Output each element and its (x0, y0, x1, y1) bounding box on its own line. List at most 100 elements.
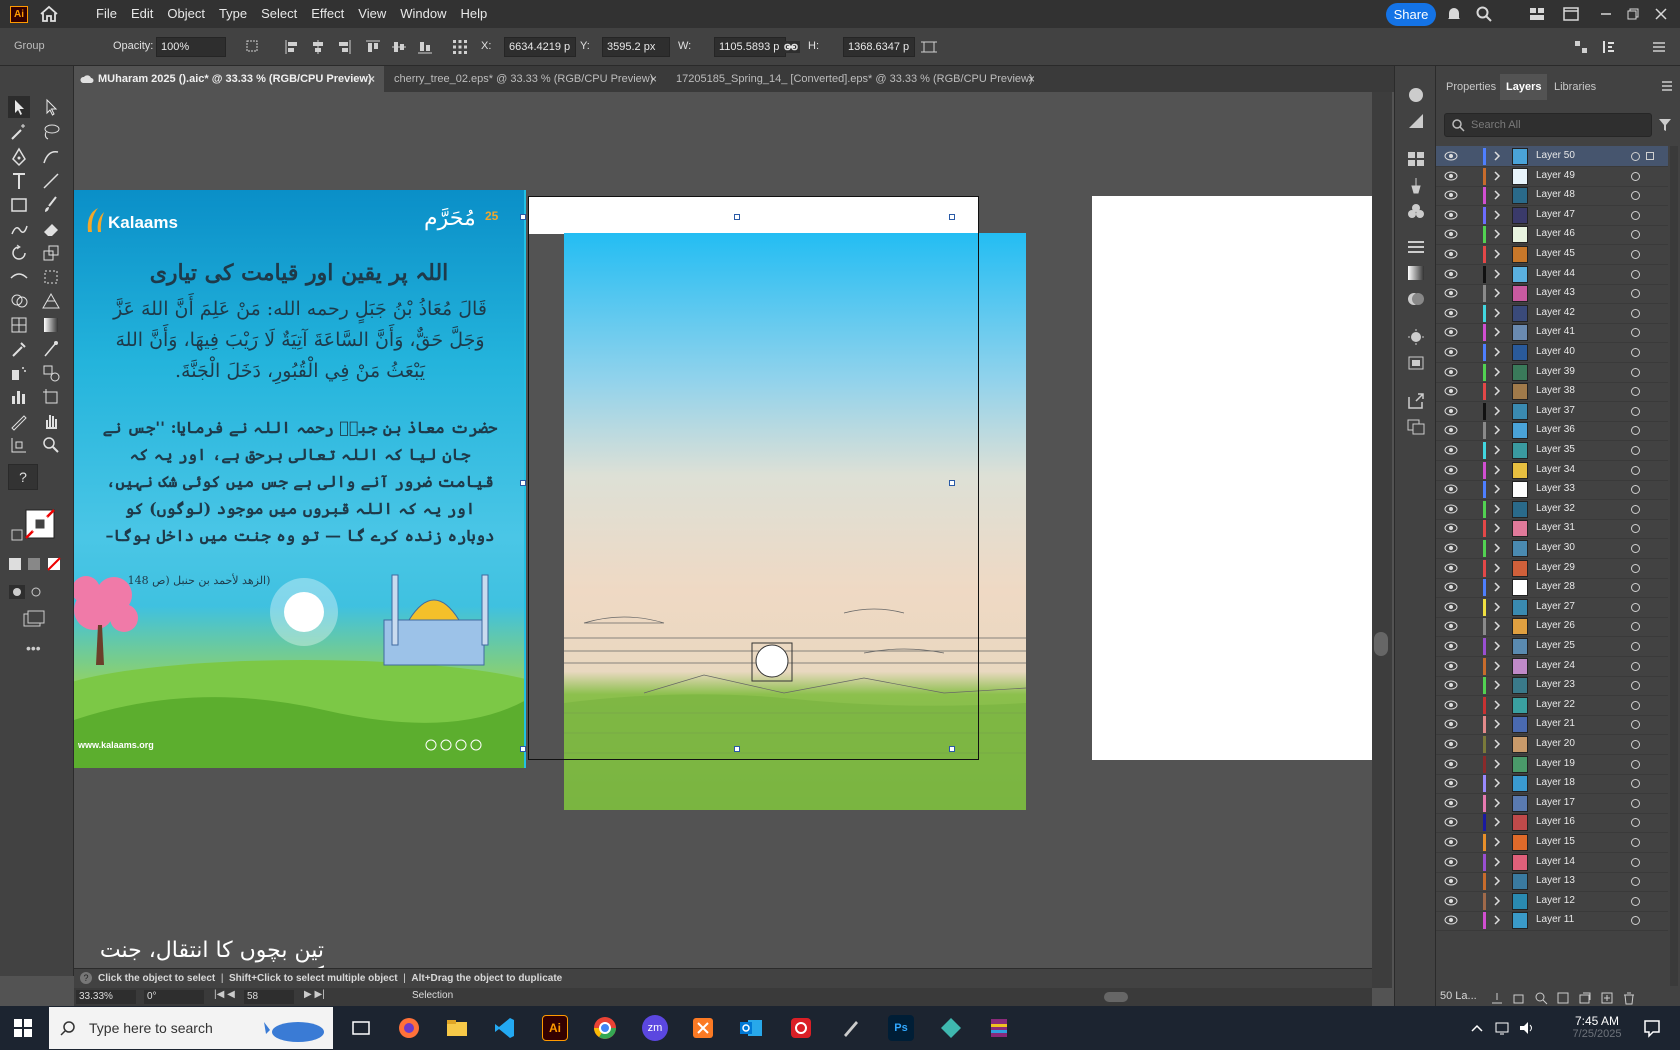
shaper-tool-icon[interactable] (8, 218, 30, 240)
symbol-sprayer-tool-icon[interactable] (8, 362, 30, 384)
align-left-icon[interactable] (283, 38, 301, 56)
target-circle-icon[interactable] (1631, 720, 1640, 730)
visibility-eye-icon[interactable] (1444, 661, 1458, 671)
print-tiling-tool-icon[interactable] (8, 434, 30, 456)
swatches-icon[interactable] (1406, 150, 1426, 168)
eyedropper-tool-icon[interactable] (8, 338, 30, 360)
visibility-eye-icon[interactable] (1444, 837, 1458, 847)
workspace-grid-icon[interactable] (1528, 5, 1546, 23)
visibility-eye-icon[interactable] (1444, 817, 1458, 827)
layer-name[interactable]: Layer 38 (1536, 385, 1575, 396)
visibility-eye-icon[interactable] (1444, 543, 1458, 553)
panel-menu-icon[interactable] (1600, 38, 1618, 56)
expand-chevron-icon[interactable] (1492, 405, 1502, 417)
collect-export-icon[interactable] (1490, 991, 1504, 1005)
target-circle-icon[interactable] (1631, 171, 1640, 181)
layer-row[interactable]: Layer 50 (1436, 146, 1668, 167)
expand-chevron-icon[interactable] (1492, 542, 1502, 554)
layer-row[interactable]: Layer 31 (1436, 518, 1668, 540)
close-tab-icon[interactable]: × (1028, 72, 1035, 86)
delete-layer-icon[interactable] (1622, 991, 1636, 1005)
network-icon[interactable] (1494, 1020, 1512, 1036)
target-circle-icon[interactable] (1631, 877, 1640, 887)
rectangle-tool-icon[interactable] (8, 194, 30, 216)
type-tool-icon[interactable] (8, 170, 30, 192)
layer-name[interactable]: Layer 34 (1536, 464, 1575, 475)
curvature-tool-icon[interactable] (40, 146, 62, 168)
visibility-eye-icon[interactable] (1444, 171, 1458, 181)
visibility-eye-icon[interactable] (1444, 582, 1458, 592)
layer-row[interactable]: Layer 43 (1436, 283, 1668, 305)
visibility-eye-icon[interactable] (1444, 778, 1458, 788)
target-circle-icon[interactable] (1631, 485, 1640, 495)
layer-name[interactable]: Layer 26 (1536, 620, 1575, 631)
stroke-panel-icon[interactable] (1406, 238, 1426, 256)
visibility-eye-icon[interactable] (1444, 759, 1458, 769)
w-field[interactable]: 1105.5893 p (714, 37, 786, 57)
layer-row[interactable]: Layer 11 (1436, 910, 1668, 932)
resize-handle[interactable] (520, 214, 526, 220)
layer-name[interactable]: Layer 47 (1536, 209, 1575, 220)
expand-chevron-icon[interactable] (1492, 640, 1502, 652)
expand-chevron-icon[interactable] (1492, 189, 1502, 201)
target-circle-icon[interactable] (1631, 230, 1640, 240)
tab-layers[interactable]: Layers (1500, 74, 1548, 100)
restore-icon[interactable] (1624, 5, 1642, 23)
layer-name[interactable]: Layer 40 (1536, 346, 1575, 357)
target-circle-icon[interactable] (1631, 857, 1640, 867)
windows-start-icon[interactable] (14, 1019, 32, 1037)
notifications-icon[interactable] (1642, 1018, 1662, 1038)
layer-name[interactable]: Layer 41 (1536, 326, 1575, 337)
expand-chevron-icon[interactable] (1492, 758, 1502, 770)
shape-builder-tool-icon[interactable] (8, 290, 30, 312)
appearance-icon[interactable] (1406, 328, 1426, 346)
layer-row[interactable]: Layer 49 (1436, 166, 1668, 187)
more-tools-icon[interactable]: ••• (26, 640, 41, 656)
menu-type[interactable]: Type (212, 0, 254, 28)
layer-row[interactable]: Layer 37 (1436, 401, 1668, 422)
layer-row[interactable]: Layer 20 (1436, 734, 1668, 755)
layer-row[interactable]: Layer 23 (1436, 675, 1668, 697)
gradient-tool-icon[interactable] (40, 314, 62, 336)
resize-handle[interactable] (520, 480, 526, 486)
layer-row[interactable]: Layer 22 (1436, 695, 1668, 716)
target-circle-icon[interactable] (1631, 465, 1640, 475)
layer-name[interactable]: Layer 20 (1536, 738, 1575, 749)
layer-row[interactable]: Layer 25 (1436, 636, 1668, 657)
menu-file[interactable]: File (89, 0, 124, 28)
resize-handle[interactable] (520, 746, 526, 752)
layer-name[interactable]: Layer 29 (1536, 562, 1575, 573)
target-circle-icon[interactable] (1631, 328, 1640, 338)
layer-name[interactable]: Layer 31 (1536, 522, 1575, 533)
expand-chevron-icon[interactable] (1492, 464, 1502, 476)
line-tool-icon[interactable] (40, 170, 62, 192)
tab-libraries[interactable]: Libraries (1548, 74, 1602, 100)
layers-search-input[interactable]: Search All (1444, 113, 1652, 137)
align-bottom-icon[interactable] (416, 38, 434, 56)
bell-icon[interactable] (1445, 5, 1463, 23)
canvas-vertical-scrollbar[interactable] (1372, 92, 1392, 988)
visibility-eye-icon[interactable] (1444, 523, 1458, 533)
target-circle-icon[interactable] (1631, 387, 1640, 397)
direct-selection-tool-icon[interactable] (40, 96, 62, 118)
visibility-eye-icon[interactable] (1444, 915, 1458, 925)
layer-name[interactable]: Layer 33 (1536, 483, 1575, 494)
expand-chevron-icon[interactable] (1492, 738, 1502, 750)
drawing-mode-icon[interactable] (8, 584, 48, 600)
layer-row[interactable]: Layer 21 (1436, 714, 1668, 736)
locate-object-icon[interactable] (1534, 991, 1548, 1005)
visibility-eye-icon[interactable] (1444, 249, 1458, 259)
target-circle-icon[interactable] (1631, 210, 1640, 220)
measure-tool-icon[interactable] (40, 338, 62, 360)
visibility-eye-icon[interactable] (1444, 621, 1458, 631)
target-circle-icon[interactable] (1631, 896, 1640, 906)
layer-row[interactable]: Layer 29 (1436, 558, 1668, 579)
layer-row[interactable]: Layer 38 (1436, 381, 1668, 403)
new-sublayer-icon[interactable] (1578, 991, 1592, 1005)
layer-name[interactable]: Layer 24 (1536, 660, 1575, 671)
expand-chevron-icon[interactable] (1492, 660, 1502, 672)
visibility-eye-icon[interactable] (1444, 347, 1458, 357)
xampp-icon[interactable] (690, 1015, 716, 1041)
layer-row[interactable]: Layer 28 (1436, 577, 1668, 599)
resize-handle[interactable] (734, 214, 740, 220)
